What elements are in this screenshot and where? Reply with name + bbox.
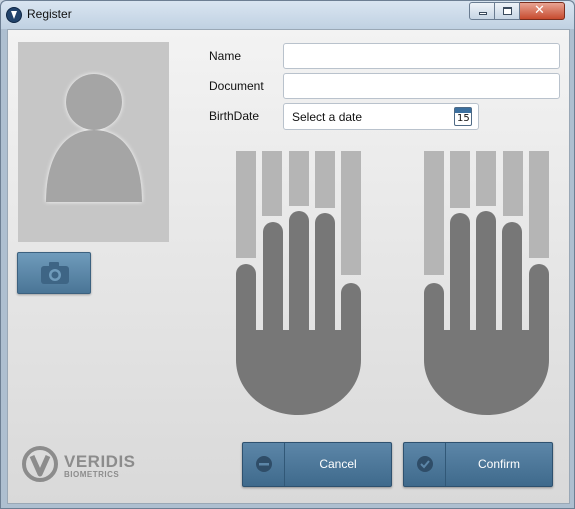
right-finger-slot-3[interactable] (476, 151, 496, 206)
left-finger-slot-2[interactable] (262, 151, 282, 216)
right-finger-slot-5[interactable] (529, 151, 549, 258)
logo-text-veridis: VERIDIS (64, 452, 136, 471)
cancel-label: Cancel (319, 457, 357, 471)
confirm-icon-segment (404, 443, 446, 486)
veridis-logo: VERIDIS BIOMETRICS (22, 444, 142, 484)
cancel-icon-segment (243, 443, 285, 486)
title-bar[interactable]: Register ✕ (1, 1, 574, 29)
fingerprint-hands (236, 151, 549, 415)
minimize-icon (479, 12, 487, 15)
right-finger-slot-1[interactable] (424, 151, 444, 275)
register-window: Register ✕ Name Document BirthDate Selec… (0, 0, 575, 509)
close-icon: ✕ (534, 3, 545, 18)
veridis-logo-icon (22, 446, 58, 482)
left-finger-slot-4[interactable] (315, 151, 335, 208)
right-finger-slot-2[interactable] (450, 151, 470, 208)
maximize-button[interactable] (495, 2, 520, 20)
confirm-button[interactable]: Confirm (403, 442, 553, 487)
cancel-icon (256, 456, 272, 472)
maximize-icon (503, 7, 512, 15)
confirm-label: Confirm (477, 457, 520, 471)
confirm-icon (417, 456, 433, 472)
close-button[interactable]: ✕ (520, 2, 565, 20)
logo-text-biometrics: BIOMETRICS (64, 470, 120, 479)
left-finger-slot-5[interactable] (341, 151, 361, 275)
left-finger-slot-1[interactable] (236, 151, 256, 258)
left-hand-icon (236, 151, 361, 415)
cancel-button[interactable]: Cancel (242, 442, 392, 487)
app-icon (6, 7, 22, 23)
right-finger-slot-4[interactable] (503, 151, 523, 216)
register-panel: Name Document BirthDate Select a date 15 (7, 29, 570, 504)
left-finger-slot-3[interactable] (289, 151, 309, 206)
window-title: Register (27, 7, 72, 21)
minimize-button[interactable] (469, 2, 495, 20)
right-hand-icon (424, 151, 549, 415)
